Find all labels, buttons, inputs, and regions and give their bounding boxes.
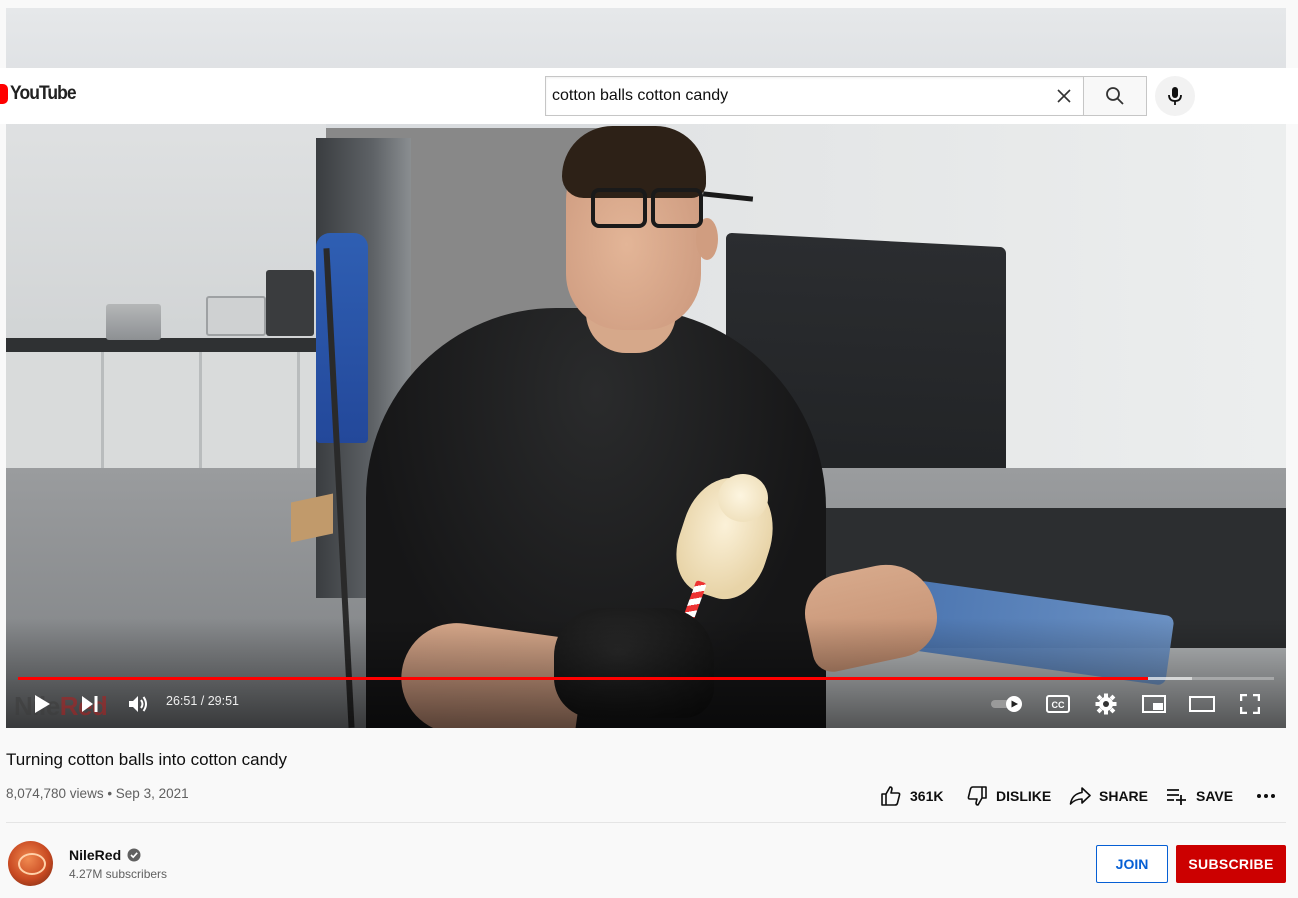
miniplayer-button[interactable] — [1140, 688, 1168, 720]
save-label: SAVE — [1196, 788, 1234, 804]
more-actions-button[interactable] — [1256, 784, 1284, 808]
play-icon — [35, 695, 50, 713]
video-title: Turning cotton balls into cotton candy — [6, 750, 287, 769]
save-button[interactable]: SAVE — [1166, 784, 1233, 808]
captions-button[interactable]: CC — [1044, 688, 1072, 720]
dislike-button[interactable]: DISLIKE — [966, 784, 1051, 808]
masthead: YouTube — [0, 68, 1298, 124]
thumbs-down-icon — [967, 786, 987, 806]
subscriber-count: 4.27M subscribers — [69, 867, 168, 881]
youtube-logo[interactable]: YouTube — [0, 83, 81, 105]
search-box — [545, 76, 1084, 116]
autoplay-toggle-icon — [991, 696, 1022, 712]
theater-mode-icon — [1189, 696, 1215, 712]
share-button[interactable]: SHARE — [1069, 784, 1148, 808]
close-icon — [1057, 89, 1071, 103]
thumbs-up-icon — [881, 786, 901, 806]
share-icon — [1069, 787, 1091, 805]
youtube-logo-icon — [0, 84, 8, 104]
svg-text:CC: CC — [1052, 700, 1065, 710]
fullscreen-button[interactable] — [1236, 688, 1264, 720]
search-button[interactable] — [1083, 76, 1147, 116]
playlist-add-icon — [1167, 789, 1186, 805]
miniplayer-icon — [1142, 695, 1166, 713]
autoplay-toggle[interactable] — [989, 688, 1027, 720]
time-display: 26:51 / 29:51 — [166, 694, 239, 708]
more-horizontal-icon — [1257, 794, 1275, 798]
play-button[interactable] — [28, 688, 56, 720]
volume-button[interactable] — [124, 688, 152, 720]
fullscreen-icon — [1240, 694, 1260, 714]
volume-icon — [129, 696, 147, 712]
share-label: SHARE — [1099, 788, 1149, 804]
voice-search-button[interactable] — [1155, 76, 1195, 116]
subscribe-button[interactable]: SUBSCRIBE — [1176, 845, 1286, 883]
like-button[interactable]: 361K — [880, 784, 943, 808]
like-count: 361K — [910, 788, 944, 804]
progress-played — [18, 677, 1148, 680]
theater-mode-button[interactable] — [1188, 688, 1216, 720]
divider — [6, 822, 1286, 823]
video-meta: 8,074,780 views • Sep 3, 2021 — [6, 786, 189, 801]
verified-badge-icon — [127, 848, 141, 862]
progress-bar[interactable] — [18, 677, 1274, 680]
channel-avatar[interactable] — [8, 841, 53, 886]
skip-next-icon — [82, 696, 98, 712]
closed-captions-icon: CC — [1046, 695, 1070, 713]
gear-icon — [1095, 693, 1117, 715]
next-button[interactable] — [76, 688, 104, 720]
clear-search-button[interactable] — [1044, 77, 1084, 115]
settings-button[interactable] — [1092, 688, 1120, 720]
dislike-label: DISLIKE — [996, 788, 1052, 804]
channel-name[interactable]: NileRed — [69, 847, 141, 863]
join-button[interactable]: JOIN — [1096, 845, 1168, 883]
microphone-icon — [1168, 87, 1182, 105]
search-input[interactable] — [546, 77, 1044, 115]
search-icon — [1106, 87, 1124, 105]
